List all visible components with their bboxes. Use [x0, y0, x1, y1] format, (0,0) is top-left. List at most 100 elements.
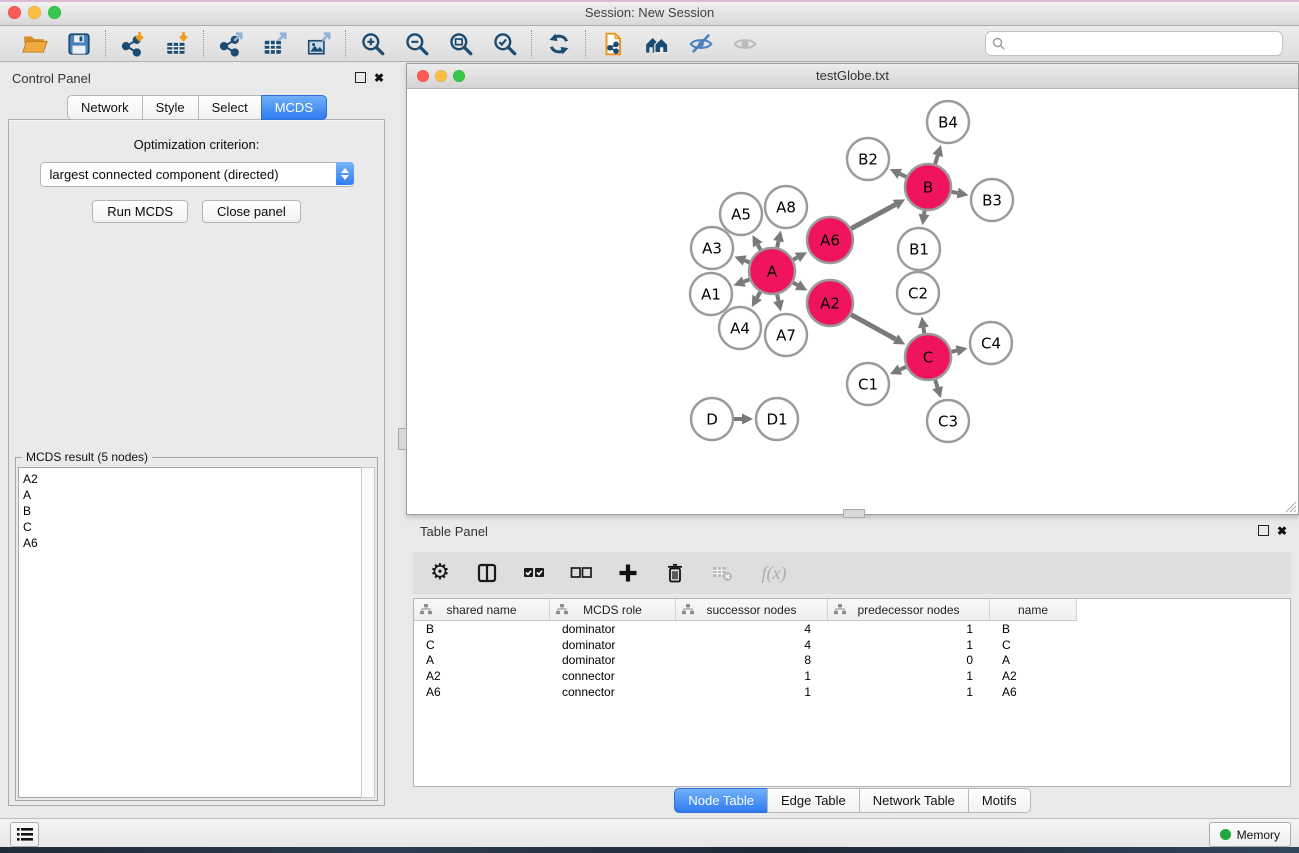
result-item[interactable]: A: [23, 487, 361, 503]
criterion-dropdown[interactable]: largest connected component (directed): [40, 162, 354, 187]
graph-edge-B-B2[interactable]: [890, 169, 907, 179]
graph-node-C4[interactable]: C4: [970, 322, 1012, 364]
graph-node-A[interactable]: A: [749, 248, 795, 294]
graph-node-A7[interactable]: A7: [765, 314, 807, 356]
graph-node-A2[interactable]: A2: [807, 280, 853, 326]
graph-node-C[interactable]: C: [905, 334, 951, 380]
column-header-name[interactable]: name: [990, 599, 1077, 620]
search-input[interactable]: [1010, 36, 1274, 52]
hide-graphics-details-icon[interactable]: [687, 30, 714, 57]
result-item[interactable]: B: [23, 503, 361, 519]
table-cell[interactable]: 1: [828, 622, 990, 636]
graph-edge-C-C4[interactable]: [951, 345, 967, 356]
graph-edge-B-B3[interactable]: [952, 188, 969, 199]
graph-node-B3[interactable]: B3: [971, 179, 1013, 221]
column-header-shared-name[interactable]: shared name: [414, 599, 550, 620]
table-row[interactable]: Adominator80A: [414, 653, 1290, 669]
mcds-result-list[interactable]: A2ABCA6: [18, 467, 362, 798]
graph-edge-C-C1[interactable]: [890, 365, 906, 375]
table-cell[interactable]: connector: [550, 685, 676, 699]
network-close-button[interactable]: [417, 70, 429, 82]
show-columns-icon[interactable]: [475, 561, 499, 585]
table-cell[interactable]: C: [414, 638, 550, 652]
graph-node-A8[interactable]: A8: [765, 186, 807, 228]
import-network-icon[interactable]: [119, 30, 146, 57]
deselect-all-icon[interactable]: [569, 561, 593, 585]
graph-edge-A-A5[interactable]: [752, 235, 762, 250]
float-panel-icon[interactable]: [355, 72, 366, 83]
table-cell[interactable]: 4: [676, 638, 828, 652]
tab-select[interactable]: Select: [198, 95, 262, 120]
table-cell[interactable]: A2: [414, 669, 550, 683]
select-all-icon[interactable]: [522, 561, 546, 585]
graph-edge-A6-B[interactable]: [851, 199, 905, 228]
table-cell[interactable]: A: [990, 653, 1077, 667]
graph-node-B[interactable]: B: [905, 164, 951, 210]
graph-node-B2[interactable]: B2: [847, 138, 889, 180]
table-cell[interactable]: B: [990, 622, 1077, 636]
table-cell[interactable]: A: [414, 653, 550, 667]
export-network-icon[interactable]: [217, 30, 244, 57]
minimize-window-button[interactable]: [28, 6, 41, 19]
refresh-view-icon[interactable]: [545, 30, 572, 57]
run-mcds-button[interactable]: Run MCDS: [92, 200, 188, 223]
graph-edge-D-D1[interactable]: [734, 414, 753, 425]
vertical-splitter-handle[interactable]: [398, 428, 407, 450]
table-cell[interactable]: B: [414, 622, 550, 636]
table-cell[interactable]: 1: [828, 685, 990, 699]
close-panel-button[interactable]: Close panel: [202, 200, 301, 223]
zoom-fit-icon[interactable]: [447, 30, 474, 57]
export-image-icon[interactable]: [305, 30, 332, 57]
graph-node-A6[interactable]: A6: [807, 217, 853, 263]
table-row[interactable]: Cdominator41C: [414, 637, 1290, 653]
graph-edge-B-B4[interactable]: [932, 145, 943, 164]
table-row[interactable]: A6connector11A6: [414, 684, 1290, 700]
result-item[interactable]: C: [23, 519, 361, 535]
graph-node-A3[interactable]: A3: [691, 227, 733, 269]
save-session-icon[interactable]: [65, 30, 92, 57]
import-table-icon[interactable]: [163, 30, 190, 57]
tab-style[interactable]: Style: [142, 95, 199, 120]
graph-node-C3[interactable]: C3: [927, 400, 969, 442]
manage-networks-icon[interactable]: [599, 30, 626, 57]
graph-edge-B-B1[interactable]: [919, 211, 930, 225]
table-cell[interactable]: C: [990, 638, 1077, 652]
table-cell[interactable]: A6: [414, 685, 550, 699]
network-graph[interactable]: B4B2BB3A8A5A6B1A3AA1C2A2A4A7C4CC1C3DD1: [407, 89, 1298, 513]
graph-node-A1[interactable]: A1: [690, 273, 732, 315]
network-minimize-button[interactable]: [435, 70, 447, 82]
table-close-icon[interactable]: ✖: [1277, 526, 1287, 536]
table-cell[interactable]: A2: [990, 669, 1077, 683]
memory-button[interactable]: Memory: [1209, 822, 1291, 847]
table-row[interactable]: Bdominator41B: [414, 621, 1290, 637]
graph-edge-A-A6[interactable]: [793, 252, 807, 262]
network-window-titlebar[interactable]: testGlobe.txt: [407, 64, 1298, 89]
open-folder-icon[interactable]: [21, 30, 48, 57]
graph-node-A5[interactable]: A5: [720, 193, 762, 235]
table-mode-icon[interactable]: ⚙: [428, 561, 452, 585]
tab-edge-table[interactable]: Edge Table: [767, 788, 860, 813]
table-cell[interactable]: dominator: [550, 653, 676, 667]
table-row[interactable]: A2connector11A2: [414, 668, 1290, 684]
delete-columns-icon[interactable]: [663, 561, 687, 585]
network-overview-icon[interactable]: [643, 30, 670, 57]
graph-edge-A-A7[interactable]: [773, 294, 784, 311]
graph-node-D1[interactable]: D1: [756, 398, 798, 440]
table-cell[interactable]: connector: [550, 669, 676, 683]
graph-node-C1[interactable]: C1: [847, 363, 889, 405]
graph-edge-A-A3[interactable]: [734, 255, 749, 265]
graph-node-A4[interactable]: A4: [719, 307, 761, 349]
resize-grip-icon[interactable]: [1284, 500, 1297, 513]
close-window-button[interactable]: [8, 6, 21, 19]
create-column-icon[interactable]: [616, 561, 640, 585]
task-history-button[interactable]: [10, 822, 39, 847]
column-header-MCDS-role[interactable]: MCDS role: [550, 599, 676, 620]
network-canvas[interactable]: B4B2BB3A8A5A6B1A3AA1C2A2A4A7C4CC1C3DD1: [407, 89, 1298, 514]
table-cell[interactable]: 1: [828, 669, 990, 683]
network-zoom-button[interactable]: [453, 70, 465, 82]
graph-node-B1[interactable]: B1: [898, 228, 940, 270]
table-float-icon[interactable]: [1258, 525, 1269, 536]
tab-mcds[interactable]: MCDS: [261, 95, 327, 120]
tab-motifs[interactable]: Motifs: [968, 788, 1031, 813]
close-panel-icon[interactable]: ✖: [374, 73, 384, 83]
